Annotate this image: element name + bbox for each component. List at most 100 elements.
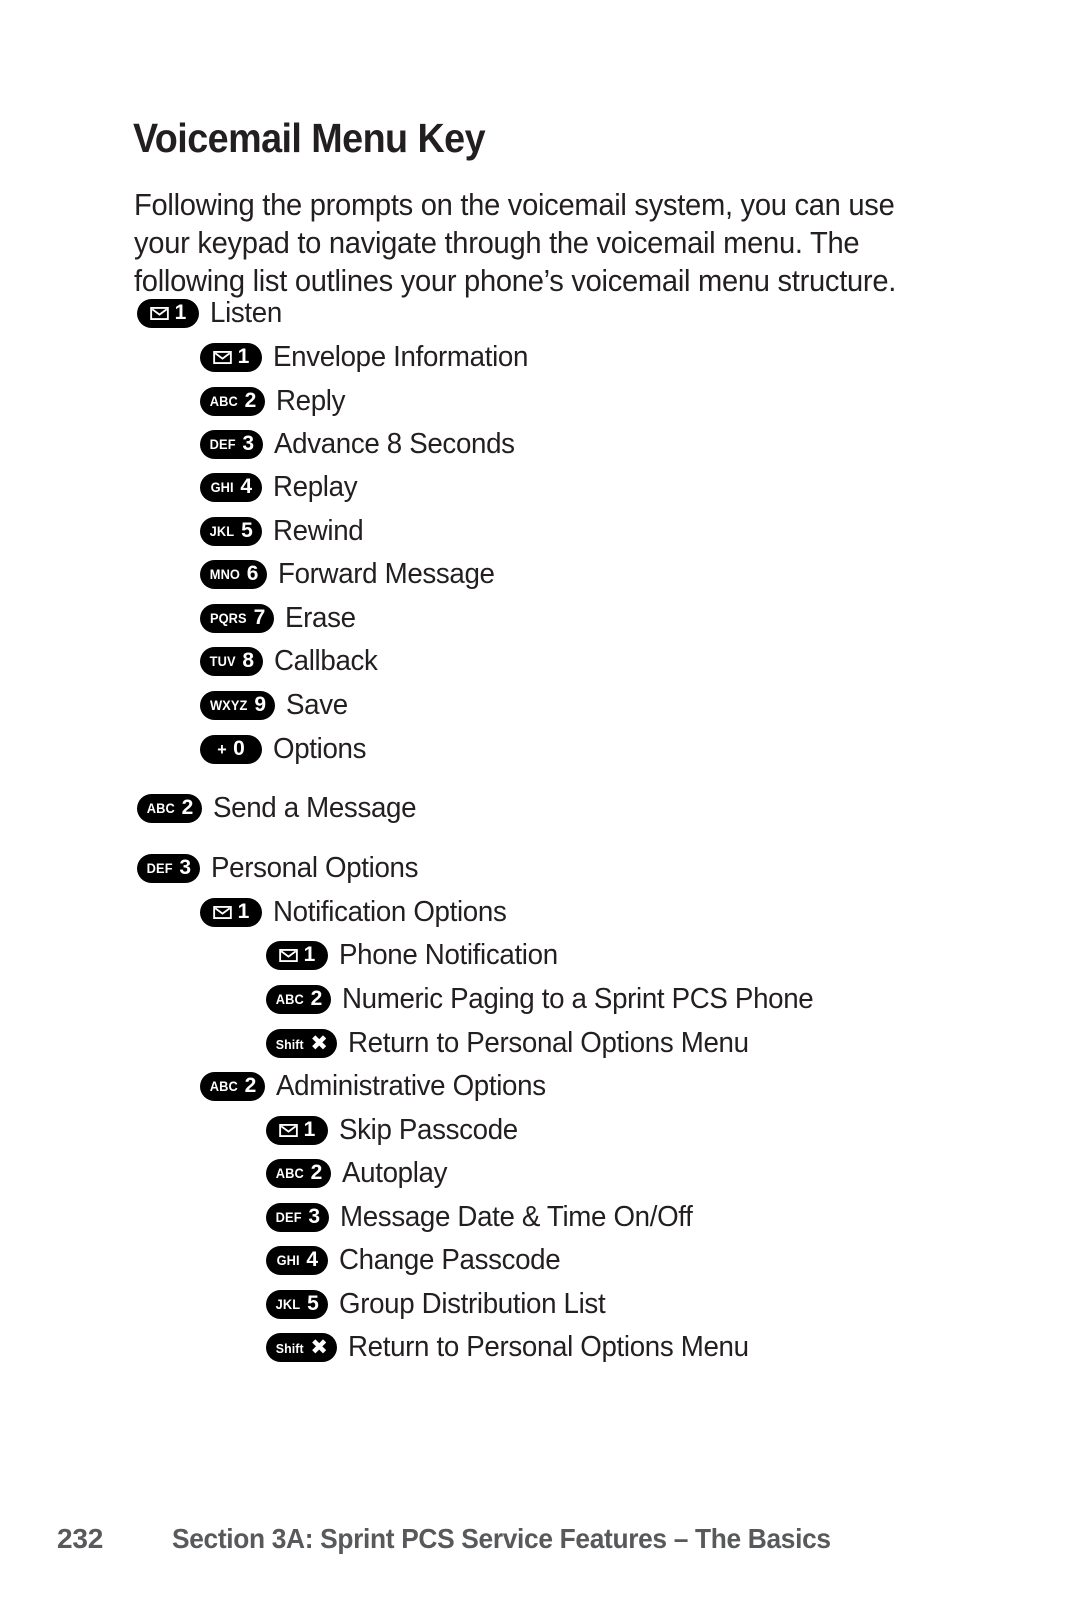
keypad-key-digit: 1 (303, 943, 316, 966)
keypad-key-digit: 9 (254, 693, 267, 716)
menu-item-label: Phone Notification (339, 938, 558, 971)
keypad-key-sublabel: GHI (276, 1253, 300, 1269)
menu-item-label: Send a Message (213, 791, 417, 824)
keypad-key-digit: 4 (240, 475, 252, 498)
keypad-key-digit: 3 (308, 1205, 320, 1228)
manual-page: Voicemail Menu Key Following the prompts… (0, 0, 1080, 1620)
keypad-key-digit: 7 (253, 606, 266, 629)
envelope-icon (149, 306, 169, 320)
keypad-key-5: JKL 5 (200, 516, 262, 546)
menu-item: 1 Phone Notification (266, 939, 568, 971)
menu-item-label: Notification Options (273, 895, 507, 928)
keypad-key-sublabel: DEF (146, 861, 173, 877)
menu-item-label: Personal Options (211, 851, 419, 884)
menu-item: +0 Options (200, 733, 371, 765)
menu-item-label: Autoplay (342, 1156, 448, 1189)
menu-item-label: Envelope Information (273, 340, 529, 373)
menu-item: ABC 2 Autoplay (266, 1157, 452, 1189)
envelope-icon (212, 905, 232, 919)
keypad-key-sublabel: TUV (209, 654, 236, 670)
keypad-key-digit: 3 (242, 432, 254, 455)
keypad-key-0: +0 (200, 734, 262, 764)
keypad-key-6: MNO 6 (200, 559, 268, 589)
menu-item: MNO 6 Forward Message (200, 558, 505, 590)
asterisk-icon: ✖ (310, 1031, 328, 1055)
keypad-key-digit: 6 (246, 562, 259, 585)
keypad-key-sublabel: JKL (275, 1297, 301, 1313)
menu-item-label: Listen (210, 296, 282, 329)
keypad-key-digit: 2 (310, 987, 323, 1010)
page-title: Voicemail Menu Key (133, 115, 486, 162)
keypad-key-digit: 5 (241, 519, 253, 542)
menu-item-label: Options (273, 732, 367, 765)
keypad-key-1: 1 (200, 897, 262, 927)
keypad-key-4: GHI 4 (200, 472, 262, 502)
menu-item: GHI 4 Replay (200, 471, 361, 503)
menu-item-label: Save (286, 688, 348, 721)
menu-item: JKL 5 Rewind (200, 515, 368, 547)
keypad-key-digit: 8 (242, 649, 254, 672)
keypad-key-2: ABC 2 (266, 984, 332, 1014)
menu-item-label: Change Passcode (339, 1243, 561, 1276)
menu-item-label: Rewind (273, 514, 364, 547)
envelope-icon (212, 350, 232, 364)
menu-item: ABC 2 Send a Message (137, 792, 426, 824)
menu-item: JKL 5 Group Distribution List (266, 1288, 618, 1320)
keypad-key-3: DEF 3 (200, 429, 263, 459)
keypad-key-2: ABC 2 (137, 793, 203, 823)
keypad-key-5: JKL 5 (266, 1289, 328, 1319)
menu-item-label: Replay (273, 470, 358, 503)
menu-item-label: Return to Personal Options Menu (348, 1026, 749, 1059)
keypad-key-2: ABC 2 (266, 1158, 332, 1188)
keypad-key-sublabel: JKL (209, 524, 235, 540)
menu-item: 1 Listen (137, 297, 285, 329)
keypad-key-1: 1 (137, 298, 199, 328)
keypad-key-sublabel: ABC (209, 394, 238, 410)
keypad-key-sublabel: ABC (146, 801, 175, 817)
keypad-key-sublabel: ABC (275, 1166, 304, 1182)
keypad-key-digit: 5 (307, 1292, 319, 1315)
keypad-key-2: ABC 2 (200, 1071, 266, 1101)
menu-item-label: Group Distribution List (339, 1287, 606, 1320)
keypad-key-2: ABC 2 (200, 386, 266, 416)
menu-item: WXYZ 9 Save (200, 689, 351, 721)
menu-item: 1 Skip Passcode (266, 1114, 526, 1146)
keypad-key-3: DEF 3 (266, 1202, 329, 1232)
menu-item: ABC 2 Administrative Options (200, 1070, 559, 1102)
menu-item-label: Skip Passcode (339, 1113, 518, 1146)
keypad-key-sublabel: ABC (275, 992, 304, 1008)
menu-item-label: Advance 8 Seconds (274, 427, 515, 460)
keypad-key-digit: 2 (181, 796, 194, 819)
keypad-key-8: TUV 8 (200, 646, 263, 676)
keypad-key-digit: 2 (244, 389, 257, 412)
keypad-key-digit: 1 (237, 900, 250, 923)
menu-item: ABC 2 Reply (200, 385, 349, 417)
keypad-key-1: 1 (266, 1115, 328, 1145)
keypad-key-sublabel: DEF (275, 1210, 302, 1226)
menu-item: ABC 2 Numeric Paging to a Sprint PCS Phone (266, 983, 836, 1015)
menu-item: Shift ✖ Return to Personal Options Menu (266, 1027, 768, 1059)
menu-item: 1 Envelope Information (200, 341, 540, 373)
menu-item-label: Erase (285, 601, 357, 634)
menu-item-label: Callback (274, 644, 378, 677)
menu-item-label: Message Date & Time On/Off (340, 1200, 693, 1233)
menu-item: TUV 8 Callback (200, 645, 382, 677)
keypad-key-7: PQRS 7 (200, 603, 275, 633)
asterisk-icon: ✖ (310, 1335, 328, 1359)
keypad-key-9: WXYZ 9 (200, 690, 276, 720)
keypad-key-sublabel: WXYZ (209, 698, 248, 714)
keypad-key-sublabel: PQRS (209, 611, 247, 627)
menu-item: DEF 3 Advance 8 Seconds (200, 428, 526, 460)
plus-icon: + (217, 739, 227, 759)
menu-item: DEF 3 Message Date & Time On/Off (266, 1201, 709, 1233)
envelope-icon (278, 948, 298, 962)
keypad-key-digit: 0 (233, 737, 245, 760)
keypad-key-star: Shift ✖ (266, 1332, 337, 1362)
keypad-key-sublabel: MNO (209, 567, 241, 583)
menu-item-label: Return to Personal Options Menu (348, 1330, 749, 1363)
menu-item: PQRS 7 Erase (200, 602, 359, 634)
footer-section-title: Section 3A: Sprint PCS Service Features … (172, 1523, 831, 1554)
menu-item: Shift ✖ Return to Personal Options Menu (266, 1331, 768, 1363)
menu-item-label: Forward Message (278, 557, 496, 590)
menu-item-label: Numeric Paging to a Sprint PCS Phone (342, 982, 814, 1015)
